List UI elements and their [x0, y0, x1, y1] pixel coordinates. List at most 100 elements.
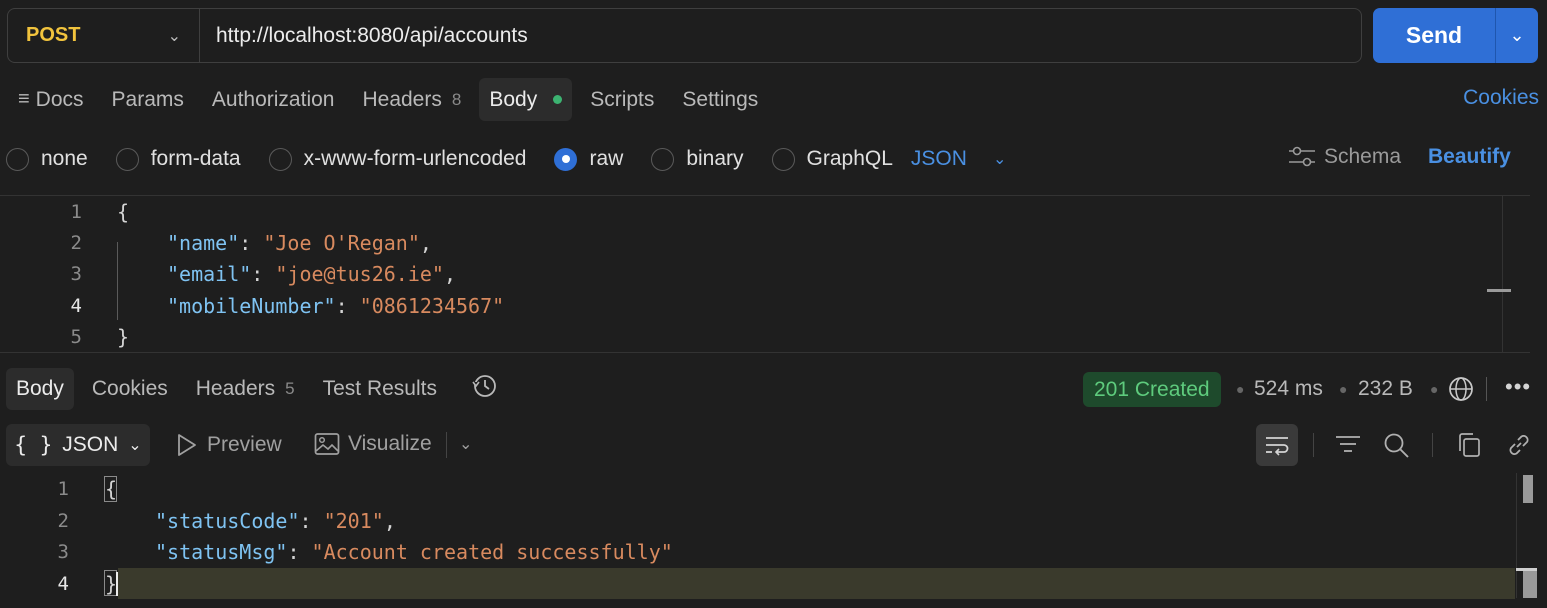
- json-value: "Account created successfully": [311, 539, 673, 564]
- play-icon: [178, 434, 196, 456]
- radio-none[interactable]: none: [6, 147, 88, 171]
- response-format-label: JSON: [62, 433, 119, 456]
- beautify-button[interactable]: Beautify: [1428, 145, 1511, 169]
- tab-authorization[interactable]: Authorization: [202, 78, 345, 121]
- tab-headers[interactable]: Headers 8: [352, 78, 471, 121]
- radio-circle-checked: [554, 147, 578, 171]
- filter-icon[interactable]: [1334, 431, 1362, 463]
- response-tab-cookies[interactable]: Cookies: [82, 368, 178, 410]
- chevron-down-icon: ⌄: [992, 151, 1007, 168]
- search-icon[interactable]: [1382, 431, 1410, 465]
- schema-label: Schema: [1324, 145, 1402, 168]
- radio-circle: [6, 147, 29, 171]
- separator-dot: ●: [1339, 381, 1348, 397]
- code-line: 1 {: [0, 196, 1530, 227]
- tab-params[interactable]: Params: [102, 78, 194, 121]
- radio-circle: [651, 147, 675, 171]
- editor-scrollbar[interactable]: [1502, 196, 1516, 352]
- request-body-editor[interactable]: 1 { 2 "name": "Joe O'Regan", 3 "email": …: [0, 195, 1530, 353]
- tab-docs[interactable]: ≡ Docs: [8, 78, 94, 121]
- code-line: 4 "mobileNumber": "0861234567": [0, 290, 1530, 321]
- divider: [1432, 433, 1433, 457]
- code-line: 3 "email": "joe@tus26.ie",: [0, 258, 1530, 289]
- link-icon[interactable]: [1505, 431, 1533, 465]
- brace-open: {: [117, 199, 130, 224]
- headers-count: 8: [451, 89, 462, 109]
- radio-label: form-data: [150, 147, 241, 170]
- radio-graphql[interactable]: GraphQL: [771, 147, 893, 171]
- response-tab-test-results[interactable]: Test Results: [313, 368, 447, 410]
- radio-urlencoded[interactable]: x-www-form-urlencoded: [268, 147, 527, 171]
- tab-settings[interactable]: Settings: [672, 78, 768, 121]
- response-format-select[interactable]: { } JSON ⌄: [6, 424, 150, 466]
- preview-label: Preview: [207, 433, 282, 456]
- preview-button[interactable]: Preview: [175, 432, 282, 458]
- radio-label: none: [41, 147, 88, 170]
- method-label: POST: [26, 24, 81, 46]
- tab-label: Params: [111, 87, 184, 111]
- schema-button[interactable]: Schema: [1288, 145, 1401, 169]
- code-line: 1 {: [0, 473, 1547, 504]
- raw-format-label: JSON: [910, 147, 967, 170]
- cookies-link[interactable]: Cookies: [1463, 86, 1539, 110]
- visualize-button[interactable]: Visualize: [314, 432, 432, 456]
- json-comma: ,: [419, 230, 432, 255]
- json-key: "name": [167, 230, 240, 255]
- url-input[interactable]: http://localhost:8080/api/accounts: [200, 24, 528, 48]
- tab-label: Test Results: [322, 377, 437, 400]
- tab-scripts[interactable]: Scripts: [580, 78, 664, 121]
- radio-raw[interactable]: raw: [554, 147, 623, 171]
- chevron-down-icon[interactable]: ⌄: [459, 434, 472, 454]
- radio-circle: [115, 147, 139, 171]
- json-key: "statusCode": [155, 508, 300, 533]
- response-time[interactable]: 524 ms: [1254, 377, 1323, 401]
- code-line: 4 }: [0, 568, 1547, 599]
- method-select[interactable]: POST ⌄: [8, 9, 200, 62]
- raw-format-select[interactable]: JSON ⌄: [911, 147, 1006, 171]
- send-button[interactable]: Send: [1373, 8, 1495, 63]
- line-number: 1: [70, 200, 82, 223]
- chevron-down-icon: ⌄: [167, 27, 181, 45]
- radio-circle: [268, 147, 292, 171]
- json-value: "Joe O'Regan": [263, 230, 420, 255]
- tab-body[interactable]: Body: [479, 78, 573, 121]
- radio-form-data[interactable]: form-data: [115, 147, 241, 171]
- send-options-button[interactable]: ⌄: [1495, 8, 1538, 63]
- response-body-viewer[interactable]: 1 { 2 "statusCode": "201", 3 "statusMsg"…: [0, 473, 1547, 608]
- history-icon[interactable]: [471, 372, 499, 406]
- scrollbar-thumb[interactable]: [1523, 475, 1533, 503]
- line-number: 2: [57, 509, 69, 532]
- response-tabs: Body Cookies Headers 5 Test Results: [6, 368, 499, 410]
- body-active-dot: [553, 95, 563, 104]
- tab-label: Body: [16, 377, 64, 400]
- copy-icon[interactable]: [1456, 431, 1482, 465]
- divider: [446, 432, 447, 458]
- send-button-group: Send ⌄: [1373, 8, 1538, 63]
- globe-icon[interactable]: [1448, 376, 1474, 408]
- line-number: 4: [70, 294, 82, 317]
- more-options-icon[interactable]: •••: [1505, 374, 1531, 400]
- scroll-marker: [1523, 568, 1537, 598]
- separator-dot: ●: [1430, 381, 1439, 397]
- json-key: "statusMsg": [155, 539, 288, 564]
- line-number: 4: [57, 572, 69, 595]
- body-type-selector: none form-data x-www-form-urlencoded raw…: [6, 140, 1006, 178]
- line-number: 2: [70, 231, 82, 254]
- response-tab-headers[interactable]: Headers 5: [186, 368, 305, 410]
- response-size[interactable]: 232 B: [1358, 377, 1413, 401]
- brace-open: {: [105, 476, 118, 501]
- code-line: 2 "statusCode": "201",: [0, 505, 1547, 536]
- radio-binary[interactable]: binary: [651, 147, 744, 171]
- status-badge[interactable]: 201 Created: [1083, 372, 1221, 407]
- tab-label: Settings: [682, 87, 759, 111]
- json-value: "0861234567": [359, 293, 505, 318]
- image-icon: [314, 433, 340, 455]
- scroll-marker: [1487, 289, 1511, 292]
- wrap-lines-button[interactable]: [1256, 424, 1298, 466]
- radio-label: x-www-form-urlencoded: [303, 147, 527, 170]
- json-value: "201": [323, 508, 384, 533]
- code-line: 2 "name": "Joe O'Regan",: [0, 227, 1530, 258]
- radio-label: binary: [686, 147, 744, 170]
- response-tab-body[interactable]: Body: [6, 368, 74, 410]
- headers-count: 5: [285, 379, 295, 398]
